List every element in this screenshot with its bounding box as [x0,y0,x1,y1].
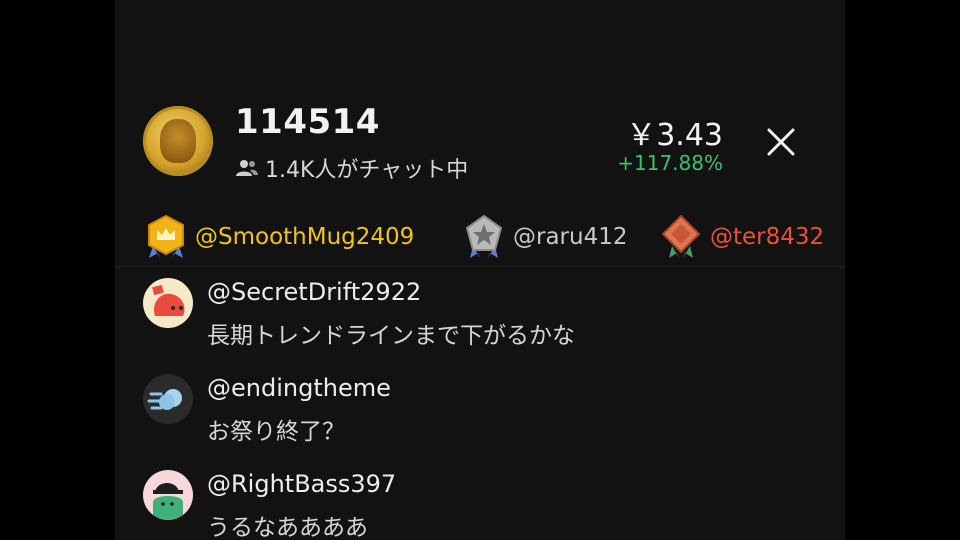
coin-price: ￥3.43 [626,118,723,153]
users-icon [236,160,258,176]
message-text: お祭り終了？ [207,419,345,445]
coin-avatar[interactable] [143,106,213,176]
message-username[interactable]: @endingtheme [207,374,391,402]
message-username[interactable]: @SecretDrift2922 [207,278,421,306]
silver-star-badge-icon [465,214,503,258]
red-blob-avatar-icon[interactable] [143,278,193,328]
ranking-item-1[interactable]: @SmoothMug2409 [145,208,414,266]
coin-face-icon [160,119,196,163]
close-icon[interactable] [763,124,799,160]
message-username[interactable]: @RightBass397 [207,470,396,498]
blue-wind-avatar-icon[interactable] [143,374,193,424]
ranking-item-2[interactable]: @raru412 [463,208,627,266]
ranking-name-3: @ter8432 [710,224,825,250]
chat-count-row: 1.4K人がチャット中 [235,152,468,184]
ranking-name-2: @raru412 [513,224,628,250]
ranking-item-3[interactable]: @ter8432 [660,208,824,266]
chat-message: @SecretDrift2922 長期トレンドラインまで下がるかな [143,278,833,374]
coin-header: 114514 1.4K人がチャット中 ￥3.43 +117.88% [115,100,845,190]
chat-count-text: 1.4K人がチャット中 [265,158,469,183]
chat-message: @endingtheme お祭り終了？ [143,374,833,470]
message-text: 長期トレンドラインまで下がるかな [207,323,575,349]
price-change: +117.88% [617,151,723,175]
coin-title: 114514 [235,102,380,142]
green-hat-avatar-icon[interactable] [143,470,193,520]
ranking-name-1: @SmoothMug2409 [195,224,415,250]
chat-message: @RightBass397 うるなああああ [143,470,833,540]
bronze-badge-icon [661,214,701,258]
gold-crown-badge-icon [148,214,184,258]
message-text: うるなああああ [207,515,368,540]
chat-panel: 114514 1.4K人がチャット中 ￥3.43 +117.88% @Smoot… [115,0,845,540]
top-chatters-ranking: @SmoothMug2409 @raru412 @ter8432 [115,208,845,267]
